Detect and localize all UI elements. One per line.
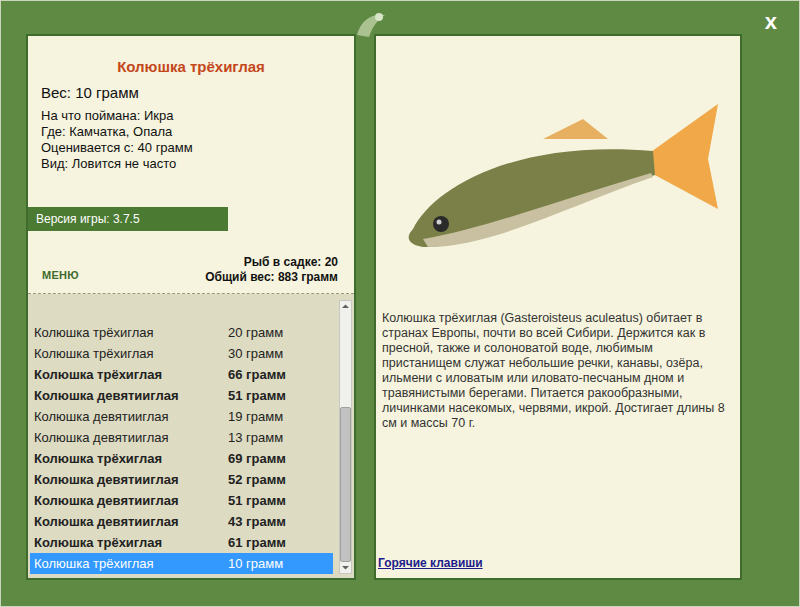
- catch-weight: 13 грамм: [228, 428, 283, 448]
- catch-weight: 20 грамм: [228, 323, 283, 343]
- catch-weight: 52 грамм: [228, 470, 286, 490]
- fish-detail: Вид: Ловится не часто: [41, 156, 354, 172]
- scrollbar[interactable]: [339, 300, 352, 574]
- catch-name: Колюшка девятииглая: [34, 512, 228, 532]
- stat-line: Общий вес: 883 грамм: [205, 270, 338, 285]
- fish-summary: Колюшка трёхиглая Вес: 10 грамм На что пой…: [28, 36, 354, 294]
- catch-weight: 30 грамм: [228, 344, 283, 364]
- catch-name: Колюшка девятииглая: [34, 470, 228, 490]
- scroll-track[interactable]: [340, 312, 351, 562]
- catch-weight: 69 грамм: [228, 449, 286, 469]
- close-button[interactable]: x: [765, 11, 777, 33]
- catch-name: Колюшка трёхиглая: [34, 344, 228, 364]
- catch-row[interactable]: Колюшка трёхиглая61 грамм: [30, 532, 333, 553]
- scroll-thumb[interactable]: [340, 407, 351, 562]
- catch-rows: Колюшка трёхиглая20 граммКолюшка трёхигл…: [30, 300, 333, 574]
- catch-name: Колюшка девятииглая: [34, 491, 228, 511]
- left-panel: Колюшка трёхиглая Вес: 10 грамм На что пой…: [26, 34, 356, 580]
- catch-row[interactable]: Колюшка девятииглая13 грамм: [30, 427, 333, 448]
- catch-name: Колюшка трёхиглая: [34, 449, 228, 469]
- leaf-logo-icon: [353, 9, 389, 39]
- stats: Рыб в садке: 20Общий вес: 883 грамм: [205, 255, 340, 285]
- catch-row[interactable]: Колюшка трёхиглая66 грамм: [30, 364, 333, 385]
- right-panel: Колюшка трёхиглая (Gasteroisteus aculeat…: [374, 34, 742, 580]
- catch-weight: 43 грамм: [228, 512, 286, 532]
- scroll-up-icon[interactable]: [340, 301, 351, 312]
- catch-name: Колюшка трёхиглая: [34, 365, 228, 385]
- catch-name: Колюшка трёхиглая: [34, 533, 228, 553]
- catch-name: Колюшка девятииглая: [34, 428, 228, 448]
- catch-row[interactable]: Колюшка трёхиглая69 грамм: [30, 448, 333, 469]
- spacer: [376, 431, 740, 554]
- catch-list: Колюшка трёхиглая20 граммКолюшка трёхигл…: [28, 294, 354, 578]
- scroll-down-icon[interactable]: [340, 562, 351, 573]
- catch-row[interactable]: Колюшка трёхиглая20 грамм: [30, 322, 333, 343]
- catch-weight: 66 грамм: [228, 365, 286, 385]
- hotkeys-link[interactable]: Горячие клавиши: [378, 554, 483, 572]
- fish-detail: Оценивается с: 40 грамм: [41, 140, 354, 156]
- fish-image: [376, 36, 740, 311]
- catch-row[interactable]: Колюшка девятииглая51 грамм: [30, 490, 333, 511]
- catch-name: Колюшка трёхиглая: [34, 323, 228, 343]
- fish-detail: Где: Камчатка, Опала: [41, 124, 354, 140]
- stat-line: Рыб в садке: 20: [244, 255, 338, 270]
- fish-detail: На что поймана: Икра: [41, 108, 354, 124]
- fish-photo-icon: [393, 79, 723, 269]
- fish-info-window: x Колюшка трёхиглая Вес: 10 грамм На что по…: [0, 0, 800, 607]
- catch-name: Колюшка девятииглая: [34, 407, 228, 427]
- catch-row[interactable]: Колюшка трёхиглая10 грамм: [30, 553, 333, 574]
- version-bar: Версия игры: 3.7.5: [28, 207, 228, 231]
- catch-name: Колюшка девятииглая: [34, 386, 228, 406]
- catch-row[interactable]: Колюшка девятииглая52 грамм: [30, 469, 333, 490]
- catch-row[interactable]: Колюшка девятииглая51 грамм: [30, 385, 333, 406]
- menu-button[interactable]: МЕНЮ: [42, 267, 79, 284]
- fish-details: На что поймана: ИкраГде: Камчатка, Опала…: [28, 108, 354, 172]
- catch-weight: 51 грамм: [228, 386, 286, 406]
- catch-weight: 10 грамм: [228, 554, 283, 574]
- catch-weight: 61 грамм: [228, 533, 286, 553]
- catch-row[interactable]: Колюшка девятииглая43 грамм: [30, 511, 333, 532]
- fish-weight: Вес: 10 грамм: [28, 82, 354, 105]
- catch-row[interactable]: Колюшка трёхиглая30 грамм: [30, 343, 333, 364]
- fish-description: Колюшка трёхиглая (Gasteroisteus aculeat…: [376, 311, 740, 431]
- catch-name: Колюшка трёхиглая: [34, 554, 228, 574]
- catch-weight: 19 грамм: [228, 407, 283, 427]
- menu-stats-row: МЕНЮ Рыб в садке: 20Общий вес: 883 грамм: [28, 255, 354, 285]
- catch-row[interactable]: Колюшка девятииглая19 грамм: [30, 406, 333, 427]
- fish-title: Колюшка трёхиглая: [28, 56, 354, 79]
- catch-weight: 51 грамм: [228, 491, 286, 511]
